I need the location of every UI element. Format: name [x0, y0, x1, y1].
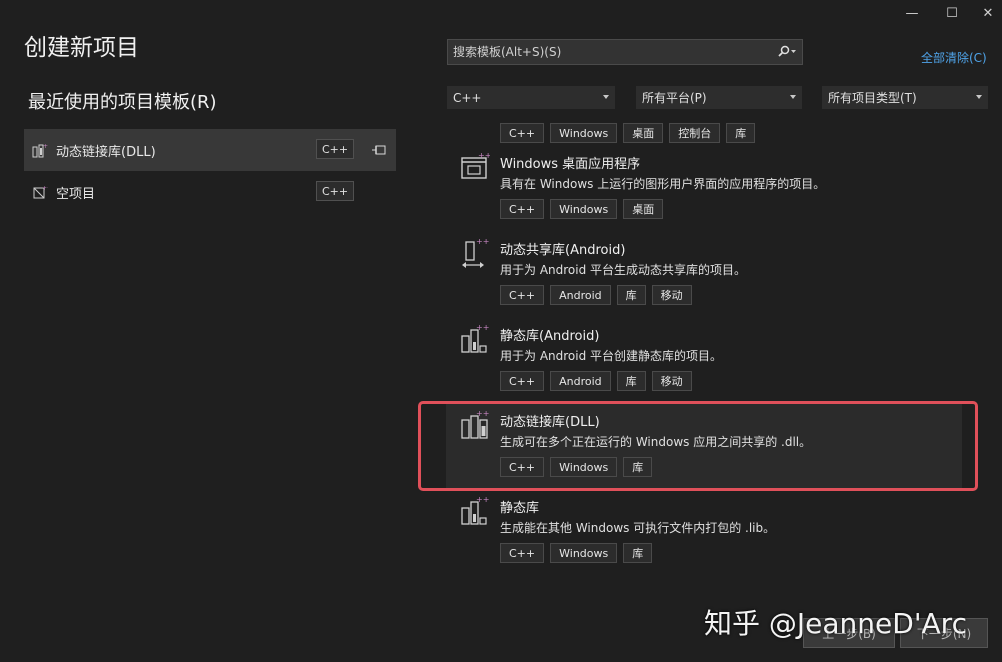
android-shared-library-icon: ++ — [462, 238, 489, 268]
template-description: 具有在 Windows 上运行的图形用户界面的应用程序的项目。 — [500, 177, 826, 191]
svg-text:++: ++ — [476, 324, 489, 332]
template-tag: 库 — [623, 543, 653, 563]
template-tag: Windows — [550, 543, 618, 563]
chevron-down-icon — [976, 95, 982, 99]
recent-item-dll[interactable]: ++ 动态链接库(DLL) C++ — [24, 129, 396, 171]
svg-text:++: ++ — [478, 152, 490, 160]
platform-filter[interactable]: 所有平台(P) — [636, 86, 802, 109]
template-tag: Android — [550, 371, 611, 391]
language-tag: C++ — [316, 139, 354, 159]
template-name: 静态库 — [500, 501, 540, 516]
svg-text:++: ++ — [42, 185, 48, 192]
close-icon: ✕ — [982, 5, 994, 21]
template-tag: 库 — [616, 371, 646, 391]
template-item-windows-desktop[interactable]: ++ Windows 桌面应用程序 具有在 Windows 上运行的图形用户界面… — [446, 124, 962, 219]
minimize-button[interactable]: — — [890, 0, 934, 26]
search-icon — [778, 45, 796, 57]
selection-highlight-box — [418, 401, 978, 491]
search-box[interactable] — [447, 39, 803, 65]
static-library-icon: ++ — [461, 496, 489, 525]
project-type-filter-value: 所有项目类型(T) — [828, 91, 917, 105]
recent-item-label: 动态链接库(DLL) — [56, 144, 156, 160]
maximize-icon: ☐ — [946, 5, 958, 21]
template-name: 静态库(Android) — [500, 329, 600, 344]
clear-all-link[interactable]: 全部清除(C) — [921, 49, 987, 66]
search-input[interactable] — [448, 44, 772, 60]
search-button[interactable] — [772, 40, 802, 64]
template-list[interactable]: C++ Windows 桌面 控制台 库 ++ Windows 桌面应用程序 具… — [446, 118, 976, 590]
template-tags: C++ Android 库 移动 — [500, 371, 692, 391]
template-item-android-static-lib[interactable]: ++ 静态库(Android) 用于为 Android 平台创建静态库的项目。 … — [446, 296, 962, 391]
android-static-library-icon: ++ — [461, 324, 489, 353]
svg-text:++: ++ — [476, 496, 489, 504]
template-description: 用于为 Android 平台生成动态共享库的项目。 — [500, 263, 747, 277]
template-tag: 移动 — [651, 371, 692, 391]
template-name: 动态共享库(Android) — [500, 243, 626, 258]
template-item-android-shared-lib[interactable]: ++ 动态共享库(Android) 用于为 Android 平台生成动态共享库的… — [446, 210, 962, 305]
template-description: 生成能在其他 Windows 可执行文件内打包的 .lib。 — [500, 521, 776, 535]
chevron-down-icon — [603, 95, 609, 99]
empty-project-icon: ++ — [33, 185, 48, 199]
recent-item-empty[interactable]: ++ 空项目 C++ — [24, 171, 396, 213]
template-tags: C++ Windows 库 — [500, 543, 653, 563]
language-filter[interactable]: C++ — [447, 86, 615, 109]
template-description: 用于为 Android 平台创建静态库的项目。 — [500, 349, 723, 363]
dll-project-icon: ++ — [32, 143, 48, 158]
pin-icon[interactable] — [371, 142, 387, 158]
watermark: 知乎 @JeanneD'Arc — [704, 607, 967, 640]
page-title: 创建新项目 — [24, 35, 139, 61]
template-item-static-lib[interactable]: ++ 静态库 生成能在其他 Windows 可执行文件内打包的 .lib。 C+… — [446, 488, 962, 574]
windows-desktop-app-icon: ++ — [461, 152, 490, 179]
recent-item-label: 空项目 — [56, 186, 96, 202]
language-filter-value: C++ — [453, 90, 482, 105]
minimize-icon: — — [905, 5, 919, 21]
project-type-filter[interactable]: 所有项目类型(T) — [822, 86, 988, 109]
svg-text:++: ++ — [476, 238, 489, 246]
template-name: Windows 桌面应用程序 — [500, 157, 641, 172]
close-button[interactable]: ✕ — [966, 0, 1002, 26]
chevron-down-icon — [790, 95, 796, 99]
template-tag: C++ — [500, 543, 545, 563]
language-tag: C++ — [316, 181, 354, 201]
platform-filter-value: 所有平台(P) — [642, 91, 707, 105]
template-tag: C++ — [500, 371, 545, 391]
recent-templates-heading: 最近使用的项目模板(R) — [28, 92, 217, 113]
svg-text:++: ++ — [43, 143, 48, 150]
